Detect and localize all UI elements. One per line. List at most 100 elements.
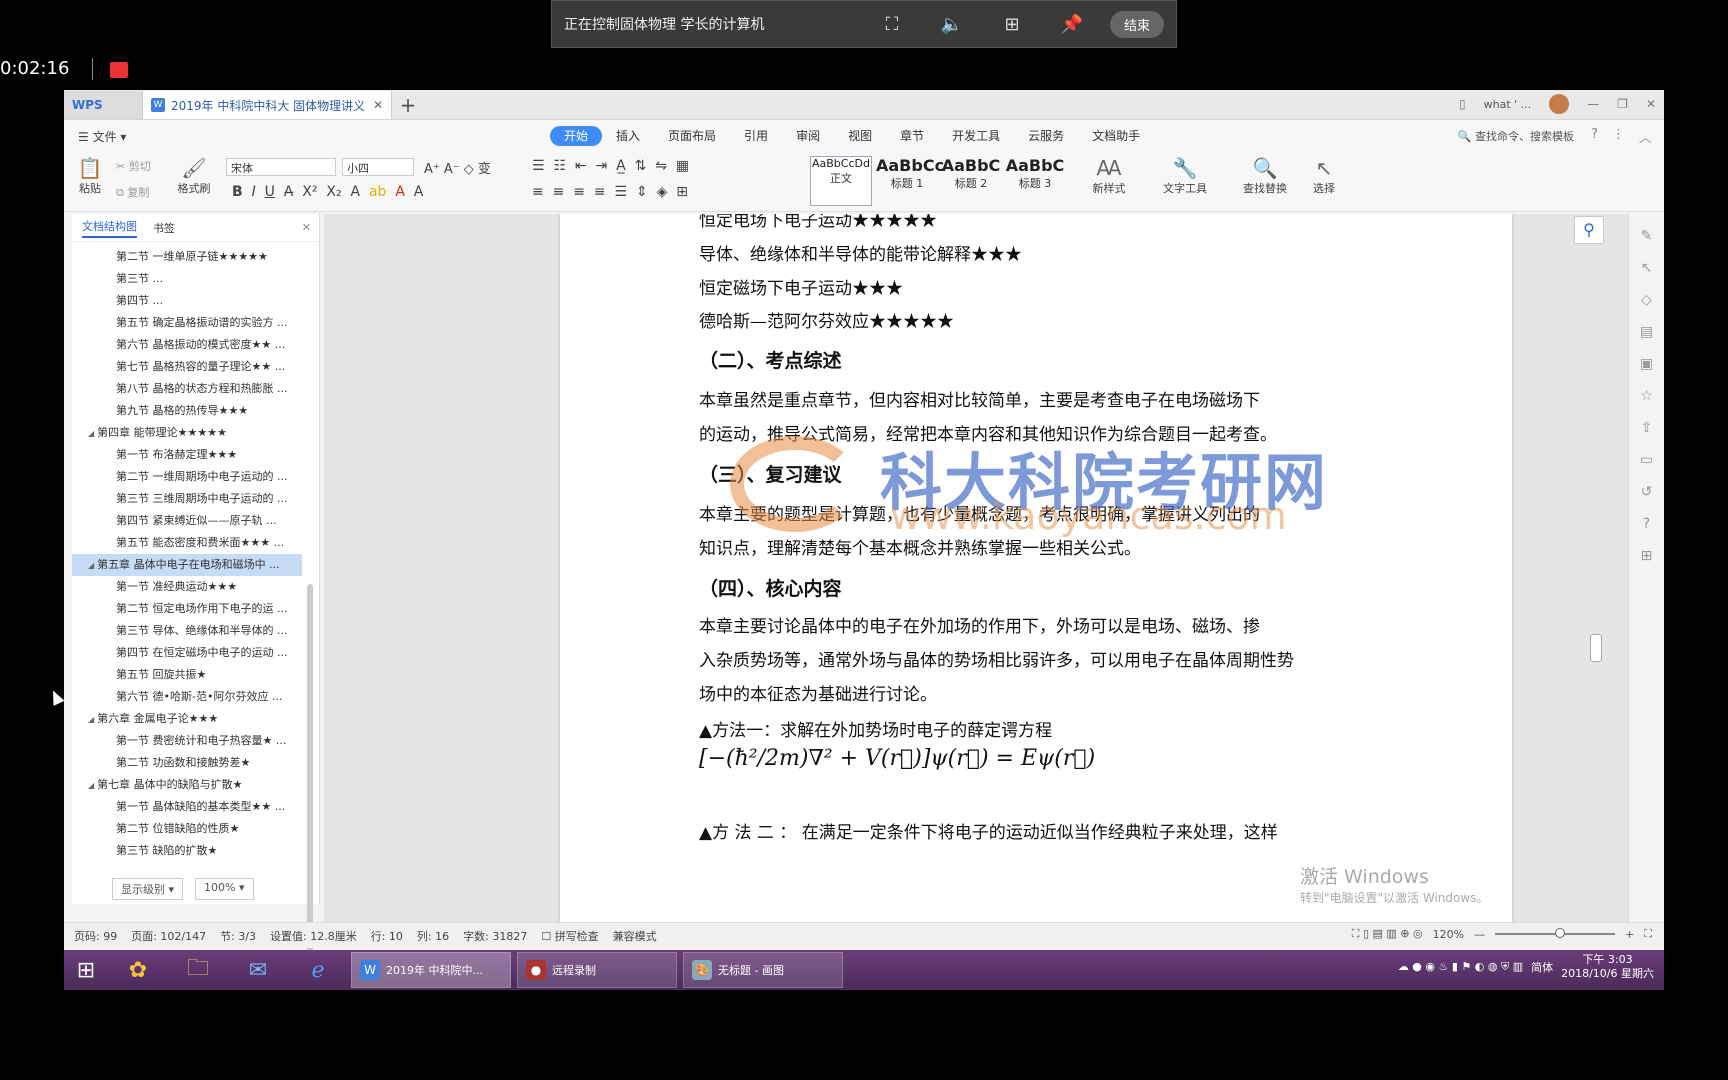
- volume-icon[interactable]: 🔈: [938, 10, 966, 38]
- outline-item[interactable]: 第二节 一维周期场中电子运动的 ...: [72, 466, 302, 488]
- style-heading-3[interactable]: AaBbC 标题 3: [1004, 156, 1066, 206]
- wps-home-tab[interactable]: WPS: [64, 91, 142, 119]
- tab-page-layout[interactable]: 页面布局: [654, 126, 730, 146]
- outline-item[interactable]: 第二节 恒定电场作用下电子的运 ...: [72, 598, 302, 620]
- font-name-select[interactable]: 宋体: [226, 158, 336, 176]
- expand-triangle-icon[interactable]: ◢: [88, 429, 94, 438]
- ime-indicator[interactable]: 简体: [1531, 959, 1553, 975]
- status-word-count[interactable]: 字数: 31827: [463, 928, 527, 944]
- edit-icon[interactable]: ✎: [1638, 228, 1656, 246]
- more-icon[interactable]: ⋮: [1612, 127, 1625, 146]
- cursor-icon[interactable]: ↖: [1638, 260, 1656, 278]
- outline-item[interactable]: 第二节 位错缺陷的性质★: [72, 818, 302, 840]
- mail-icon[interactable]: ✉: [230, 952, 286, 988]
- new-style-button[interactable]: Ꜳ 新样式: [1084, 156, 1134, 196]
- window-layout-icon[interactable]: ⊞: [998, 10, 1026, 38]
- tab-chapter[interactable]: 章节: [886, 126, 938, 146]
- nav-scrollbar[interactable]: [307, 584, 313, 974]
- expand-triangle-icon[interactable]: ◢: [88, 561, 94, 570]
- task-wps[interactable]: W 2019年 中科院中...: [351, 952, 511, 988]
- outline-item[interactable]: ◢ 第五章 晶体中电子在电场和磁场中 ...: [72, 554, 302, 576]
- file-explorer-icon[interactable]: 🗀: [170, 952, 226, 988]
- nav-zoom-select[interactable]: 100% ▾: [195, 878, 254, 900]
- ie-browser-icon[interactable]: ℯ: [290, 952, 346, 988]
- document-page[interactable]: 恒定电场下电子运动★★★★★ 导体、绝缘体和半导体的能带论解释★★★ 恒定磁场下电子…: [560, 214, 1512, 922]
- minimize-icon[interactable]: —: [1587, 97, 1599, 111]
- outline-item[interactable]: 第七节 晶格热容的量子理论★★ ...: [72, 356, 302, 378]
- tab-view[interactable]: 视图: [834, 126, 886, 146]
- cut-button[interactable]: ✂ 剪切: [116, 158, 151, 174]
- outline-item[interactable]: 第五节 回旋共振★: [72, 664, 302, 686]
- avatar[interactable]: [1549, 94, 1570, 114]
- outline-item[interactable]: 第三节 三维周期场中电子运动的 ...: [72, 488, 302, 510]
- tab-developer[interactable]: 开发工具: [938, 126, 1014, 146]
- expand-triangle-icon[interactable]: ◢: [88, 781, 94, 790]
- gallery-icon[interactable]: ▣: [1638, 356, 1656, 374]
- collapse-ribbon-icon[interactable]: ︿: [1639, 127, 1652, 146]
- tab-bookmark[interactable]: 书签: [153, 220, 175, 236]
- outline-item[interactable]: 第五节 确定晶格振动谱的实验方 ...: [72, 312, 302, 334]
- history-icon[interactable]: ↺: [1638, 484, 1656, 502]
- windows-start-icon[interactable]: ⊞: [64, 950, 108, 990]
- help-circle-icon[interactable]: ?: [1638, 516, 1656, 534]
- outline-item[interactable]: 第一节 费密统计和电子热容量★ ...: [72, 730, 302, 752]
- outline-item[interactable]: 第一节 准经典运动★★★: [72, 576, 302, 598]
- outline-item[interactable]: ◢ 第七章 晶体中的缺陷与扩散★: [72, 774, 302, 796]
- format-painter-button[interactable]: 🖌 格式刷: [174, 156, 214, 196]
- outline-item[interactable]: 第二节 功函数和接触势差★: [72, 752, 302, 774]
- tab-cloud[interactable]: 云服务: [1014, 126, 1078, 146]
- style-normal[interactable]: AaBbCcDd 正文: [810, 156, 872, 206]
- file-menu[interactable]: ☰ 文件 ▾: [64, 128, 154, 145]
- text-tools-button[interactable]: 🔧 文字工具: [1156, 156, 1214, 196]
- zoom-slider-knob[interactable]: [1555, 928, 1566, 938]
- task-recording[interactable]: ● 远程录制: [517, 952, 677, 988]
- font-size-select[interactable]: 小四: [342, 158, 414, 176]
- paragraph-align-buttons[interactable]: ≡ ≡ ≡ ≡ ☰ ⇕ ◈ ⊞: [532, 184, 688, 200]
- view-mode-icons[interactable]: ⛶ ▯ ▤ ▥ ⊕ ◎: [1352, 927, 1423, 941]
- font-size-buttons[interactable]: A⁺ A⁻ ◇ 变: [424, 158, 491, 177]
- task-paint[interactable]: 🎨 无标题 - 画图: [683, 952, 843, 988]
- outline-item[interactable]: ◢ 第四章 能带理论★★★★★: [72, 422, 302, 444]
- zoom-level[interactable]: 120%: [1433, 928, 1464, 941]
- new-tab-button[interactable]: +: [392, 91, 424, 119]
- display-level-select[interactable]: 显示级别 ▾: [112, 878, 184, 900]
- list-buttons[interactable]: ☰ ☷ ⇤ ⇥ A̲ ⇅ ⇋ ▦: [532, 158, 689, 174]
- outline-item[interactable]: ◢ 第六章 金属电子论★★★: [72, 708, 302, 730]
- copy-button[interactable]: ⧉ 复制: [116, 184, 149, 200]
- find-replace-button[interactable]: 🔍 查找替换: [1236, 156, 1294, 196]
- outline-item[interactable]: 第三节 缺陷的扩散★: [72, 840, 302, 862]
- tab-doc-assistant[interactable]: 文档助手: [1078, 126, 1154, 146]
- tab-references[interactable]: 引用: [730, 126, 782, 146]
- fullscreen-icon[interactable]: ⛶: [878, 10, 906, 38]
- tab-review[interactable]: 审阅: [782, 126, 834, 146]
- expand-triangle-icon[interactable]: ◢: [88, 715, 94, 724]
- zoom-out-icon[interactable]: —: [1474, 928, 1485, 941]
- spell-check-toggle[interactable]: ☐ 拼写检查: [541, 928, 598, 944]
- style-heading-1[interactable]: AaBbCc 标题 1: [876, 156, 944, 206]
- pin-icon[interactable]: 📌: [1058, 10, 1086, 38]
- app-launcher-icon[interactable]: ✿: [110, 952, 166, 988]
- help-icon[interactable]: ?: [1591, 127, 1598, 146]
- outline-item[interactable]: 第五节 能态密度和费米面★★★ ...: [72, 532, 302, 554]
- paste-button[interactable]: 📋 粘贴: [72, 156, 108, 196]
- fit-page-icon[interactable]: ⛶: [1644, 927, 1652, 941]
- command-search[interactable]: 🔍 查找命令、搜索模板: [1458, 128, 1574, 144]
- zoom-in-icon[interactable]: +: [1625, 928, 1634, 941]
- recording-stop-icon[interactable]: [110, 62, 128, 78]
- outline-item[interactable]: 第四节 紧束缚近似——原子轨 ...: [72, 510, 302, 532]
- tray-icons[interactable]: ☁ ● ◉ ♨ ▮ ⚑ ◐ ◍ ⛨ ▥: [1398, 960, 1523, 974]
- doc-icon[interactable]: ▤: [1638, 324, 1656, 342]
- outline-item[interactable]: 第三节 导体、绝缘体和半导体的 ...: [72, 620, 302, 642]
- outline-item[interactable]: 第二节 一维单原子链★★★★★: [72, 246, 302, 268]
- select-button[interactable]: ↖ 选择: [1304, 156, 1344, 196]
- location-pin-icon[interactable]: ⚲: [1574, 216, 1604, 244]
- tab-home[interactable]: 开始: [550, 126, 603, 146]
- layout-icon[interactable]: ▯: [1459, 97, 1466, 111]
- tab-insert[interactable]: 插入: [602, 126, 654, 146]
- tab-outline[interactable]: 文档结构图: [82, 218, 137, 238]
- outline-item[interactable]: 第九节 晶格的热传导★★★: [72, 400, 302, 422]
- outline-item[interactable]: 第一节 布洛赫定理★★★: [72, 444, 302, 466]
- outline-item[interactable]: 第四节 在恒定磁场中电子的运动 ...: [72, 642, 302, 664]
- share-icon[interactable]: ⇪: [1638, 420, 1656, 438]
- outline-item[interactable]: 第三节 ...: [72, 268, 302, 290]
